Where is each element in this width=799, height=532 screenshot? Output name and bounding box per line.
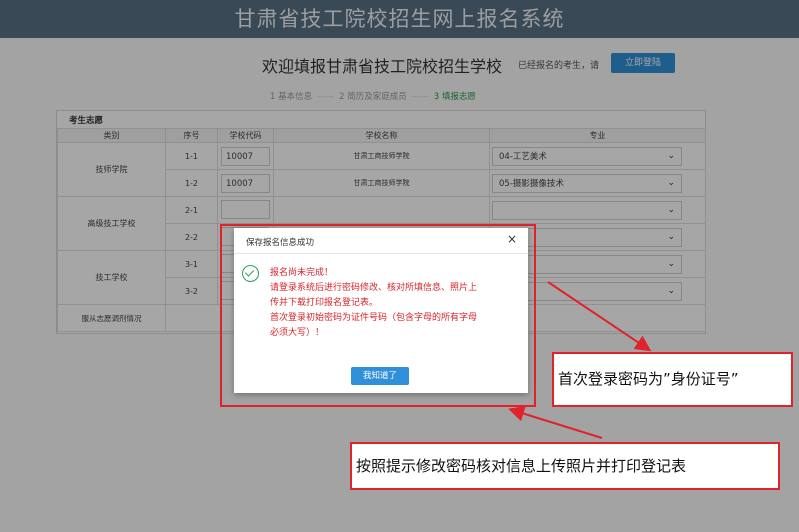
ok-button[interactable]: 我知道了: [351, 367, 409, 385]
message-line: 请登录系统后进行密码修改、核对所填信息、照片上: [270, 283, 478, 293]
message-line: 报名尚未完成！: [270, 268, 334, 278]
success-dialog: 保存报名信息成功 × 报名尚未完成！ 请登录系统后进行密码修改、核对所填信息、照…: [234, 228, 528, 393]
message-line: 首次登录初始密码为证件号码（包含字母的所有字母: [270, 313, 478, 323]
message-line: 传并下载打印报名登记表。: [270, 298, 379, 308]
password-note: 首次登录密码为”身份证号”: [552, 352, 793, 407]
message-line: 必须大写）！: [270, 328, 325, 338]
dialog-message: 报名尚未完成！ 请登录系统后进行密码修改、核对所填信息、照片上 传并下载打印报名…: [270, 266, 518, 341]
check-circle-icon: [242, 265, 259, 282]
dialog-title: 保存报名信息成功: [246, 238, 315, 248]
instruction-note: 按照提示修改密码核对信息上传照片并打印登记表: [350, 442, 780, 490]
close-icon[interactable]: ×: [507, 232, 517, 246]
dialog-divider: [234, 253, 528, 254]
